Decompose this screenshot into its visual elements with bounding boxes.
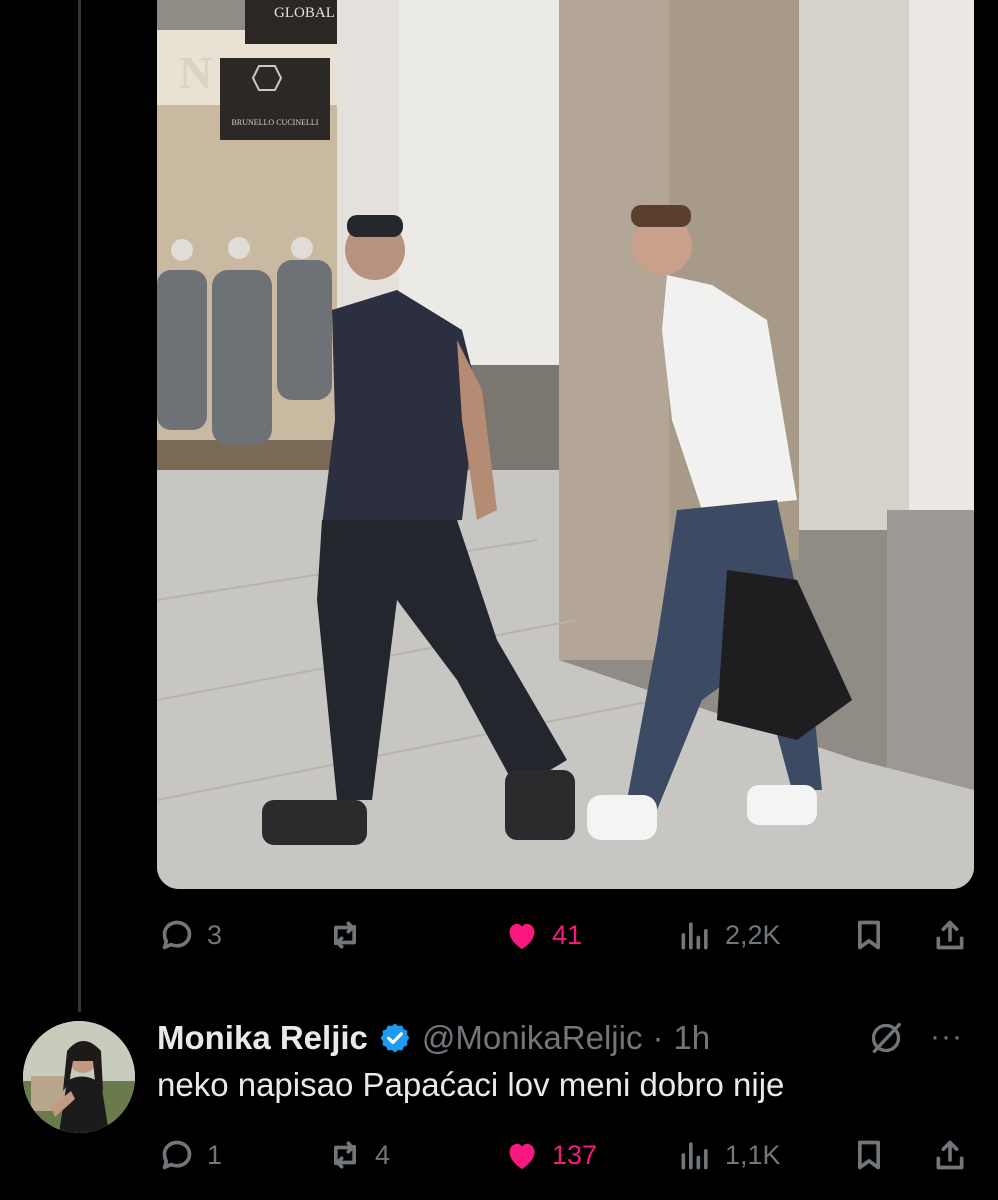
views-icon — [681, 1142, 708, 1170]
verified-badge-icon — [380, 1023, 410, 1053]
like-count: 41 — [552, 919, 583, 950]
like-button[interactable]: 137 — [502, 1125, 597, 1185]
thread-line — [78, 0, 81, 1012]
like-icon — [509, 1143, 535, 1170]
photo-illustration: GLOBAL FASHION N BRUNELLO CUCINELLI — [157, 0, 974, 889]
repost-icon — [334, 921, 356, 949]
brand-logo-text: BRUNELLO CUCINELLI — [232, 118, 319, 127]
views-count: 2,2K — [725, 919, 781, 950]
bookmark-button[interactable] — [849, 1125, 889, 1185]
reply-header: Monika Reljic @MonikaReljic · 1h — [157, 1014, 710, 1062]
avatar-image — [23, 1021, 135, 1133]
post-photo[interactable]: GLOBAL FASHION N BRUNELLO CUCINELLI — [157, 0, 974, 889]
grok-icon[interactable] — [866, 1018, 906, 1058]
avatar[interactable] — [23, 1021, 135, 1133]
bookmark-icon — [858, 920, 880, 950]
post-action-bar: 3 41 2,2K — [157, 905, 974, 965]
reply-count: 1 — [207, 1139, 223, 1170]
reply-count: 3 — [207, 919, 223, 950]
bookmark-button[interactable] — [849, 905, 889, 965]
partial-sign-letter: N — [179, 47, 212, 98]
timestamp[interactable]: 1h — [673, 1019, 710, 1057]
like-icon — [509, 923, 535, 950]
repost-count: 4 — [375, 1139, 391, 1170]
bookmark-icon — [858, 1140, 880, 1170]
share-button[interactable] — [930, 905, 970, 965]
reply-icon — [162, 920, 192, 950]
like-count: 137 — [552, 1139, 598, 1170]
more-icon[interactable]: ··· — [930, 1022, 963, 1052]
views-button[interactable]: 1,1K — [675, 1125, 781, 1185]
repost-icon — [334, 1141, 356, 1169]
share-icon — [936, 1140, 964, 1170]
share-icon — [936, 920, 964, 950]
views-button[interactable]: 2,2K — [675, 905, 781, 965]
author-name[interactable]: Monika Reljic — [157, 1019, 368, 1057]
separator-dot: · — [652, 1019, 664, 1056]
reply-button[interactable]: 3 — [157, 905, 222, 965]
views-count: 1,1K — [725, 1139, 781, 1170]
reply-button[interactable]: 1 — [157, 1125, 222, 1185]
reply-icon — [162, 1140, 192, 1170]
like-button[interactable]: 41 — [502, 905, 582, 965]
share-button[interactable] — [930, 1125, 970, 1185]
reply-action-bar: 1 4 137 1,1K — [157, 1125, 974, 1185]
repost-button[interactable]: 4 — [325, 1125, 390, 1185]
views-icon — [681, 922, 708, 950]
author-handle[interactable]: @MonikaReljic — [422, 1019, 643, 1057]
reply-text: neko napisao Papaćaci lov meni dobro nij… — [157, 1066, 785, 1103]
repost-button[interactable] — [325, 905, 375, 965]
